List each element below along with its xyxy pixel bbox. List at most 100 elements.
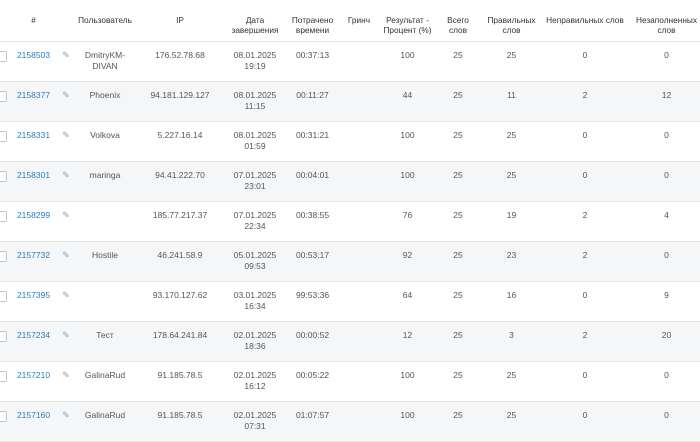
row-checkbox[interactable] [0,411,7,422]
row-checkbox[interactable] [0,291,7,302]
user-cell [74,281,136,322]
row-checkbox[interactable] [0,211,7,222]
time-spent-cell: 00:53:17 [286,241,339,282]
table-row[interactable]: 2158331 ✎ Volkova 5.227.16.14 08.01.2025 01:5… [0,121,700,162]
time-of-day-value: 09:53 [244,261,266,271]
unfilled-words-cell: 0 [627,41,700,82]
row-checkbox[interactable] [0,251,7,262]
column-header-grinch[interactable]: Гринч [339,0,379,42]
row-select-cell [0,321,9,362]
ip-cell: 94.41.222.70 [136,161,224,202]
id-cell: 2158299 [9,201,58,242]
total-words-cell: 25 [436,241,480,282]
result-cell: 92 [379,241,436,282]
table-row[interactable]: 2158503 ✎ DmitryKM-DIVAN 176.52.78.68 08.01.… [0,41,700,82]
column-header-ip[interactable]: IP [136,0,224,42]
date-cell: 05.01.2025 09:53 [224,241,286,282]
select-all-header [0,0,9,42]
ip-cell: 185.77.217.37 [136,201,224,242]
ip-cell: 5.227.16.14 [136,121,224,162]
date-value: 03.01.2025 [233,290,277,300]
table-row[interactable]: 2157160 ✎ GalinaRud 91.185.78.5 02.01.2025 07… [0,401,700,442]
result-id-link[interactable]: 2158299 [17,210,50,220]
edit-cell: ✎ [58,401,74,442]
column-header-date[interactable]: Дата завершения [224,0,286,42]
time-of-day-value: 22:34 [244,221,266,231]
edit-cell: ✎ [58,161,74,202]
correct-words-cell: 25 [480,121,543,162]
time-of-day-value: 01:59 [244,141,266,151]
table-row[interactable]: 2157395 ✎ 93.170.127.62 03.01.2025 16:34 99:5… [0,281,700,322]
pencil-icon[interactable]: ✎ [62,370,70,380]
unfilled-words-cell: 20 [627,321,700,362]
correct-words-cell: 25 [480,361,543,402]
result-id-link[interactable]: 2157732 [17,250,50,260]
unfilled-words-cell: 0 [627,241,700,282]
pencil-icon[interactable]: ✎ [62,50,70,60]
row-checkbox[interactable] [0,371,7,382]
result-cell: 100 [379,121,436,162]
column-header-total[interactable]: Всего слов [436,0,480,42]
row-checkbox[interactable] [0,171,7,182]
row-select-cell [0,361,9,402]
result-id-link[interactable]: 2158503 [17,50,50,60]
table-row[interactable]: 2158299 ✎ 185.77.217.37 07.01.2025 22:34 00:3… [0,201,700,242]
pencil-icon[interactable]: ✎ [62,250,70,260]
time-of-day-value: 23:01 [244,181,266,191]
user-cell: maringa [74,161,136,202]
result-id-link[interactable]: 2158377 [17,90,50,100]
result-id-link[interactable]: 2158301 [17,170,50,180]
table-row[interactable]: 2158301 ✎ maringa 94.41.222.70 07.01.2025 23:… [0,161,700,202]
row-checkbox[interactable] [0,51,7,62]
pencil-icon[interactable]: ✎ [62,330,70,340]
correct-words-cell: 16 [480,281,543,322]
table-row[interactable]: 2157732 ✎ Hostile 46.241.58.9 05.01.2025 09:5… [0,241,700,282]
time-spent-cell: 00:00:52 [286,321,339,362]
table-row[interactable]: 2157210 ✎ GalinaRud 91.185.78.5 02.01.2025 16… [0,361,700,402]
column-header-id[interactable]: # [9,0,58,42]
total-words-cell: 25 [436,361,480,402]
result-cell: 100 [379,361,436,402]
column-header-wrong[interactable]: Неправильных слов [543,0,627,42]
column-header-time[interactable]: Потрачено времени [286,0,339,42]
row-select-cell [0,81,9,122]
result-id-link[interactable]: 2157395 [17,290,50,300]
column-header-result[interactable]: Результат - Процент (%) [379,0,436,42]
total-words-cell: 25 [436,81,480,122]
id-cell: 2157234 [9,321,58,362]
row-checkbox[interactable] [0,131,7,142]
pencil-icon[interactable]: ✎ [62,130,70,140]
date-cell: 02.01.2025 18:36 [224,321,286,362]
table-row[interactable]: 2158377 ✎ Phoenix 94.181.129.127 08.01.2025 1… [0,81,700,122]
user-cell: Volkova [74,121,136,162]
result-id-link[interactable]: 2157234 [17,330,50,340]
grinch-cell [339,401,379,442]
column-header-correct[interactable]: Правильных слов [480,0,543,42]
pencil-icon[interactable]: ✎ [62,90,70,100]
grinch-cell [339,161,379,202]
result-id-link[interactable]: 2158331 [17,130,50,140]
edit-cell: ✎ [58,81,74,122]
pencil-icon[interactable]: ✎ [62,170,70,180]
id-cell: 2158503 [9,41,58,82]
column-header-unfilled[interactable]: Незаполненных слов [627,0,700,42]
row-checkbox[interactable] [0,91,7,102]
result-cell: 12 [379,321,436,362]
table-row[interactable]: 2157234 ✎ Тест 178.64.241.84 02.01.2025 18:36… [0,321,700,362]
results-table: # Пользователь IP Дата завершения Потрач… [0,0,700,442]
ip-cell: 176.52.78.68 [136,41,224,82]
correct-words-cell: 23 [480,241,543,282]
result-cell: 64 [379,281,436,322]
correct-words-cell: 3 [480,321,543,362]
date-cell: 08.01.2025 19:19 [224,41,286,82]
pencil-icon[interactable]: ✎ [62,290,70,300]
pencil-icon[interactable]: ✎ [62,210,70,220]
row-checkbox[interactable] [0,331,7,342]
column-header-user[interactable]: Пользователь [74,0,136,42]
result-id-link[interactable]: 2157210 [17,370,50,380]
grinch-cell [339,241,379,282]
time-of-day-value: 16:34 [244,301,266,311]
wrong-words-cell: 2 [543,321,627,362]
user-cell: Тест [74,321,136,362]
total-words-cell: 25 [436,121,480,162]
